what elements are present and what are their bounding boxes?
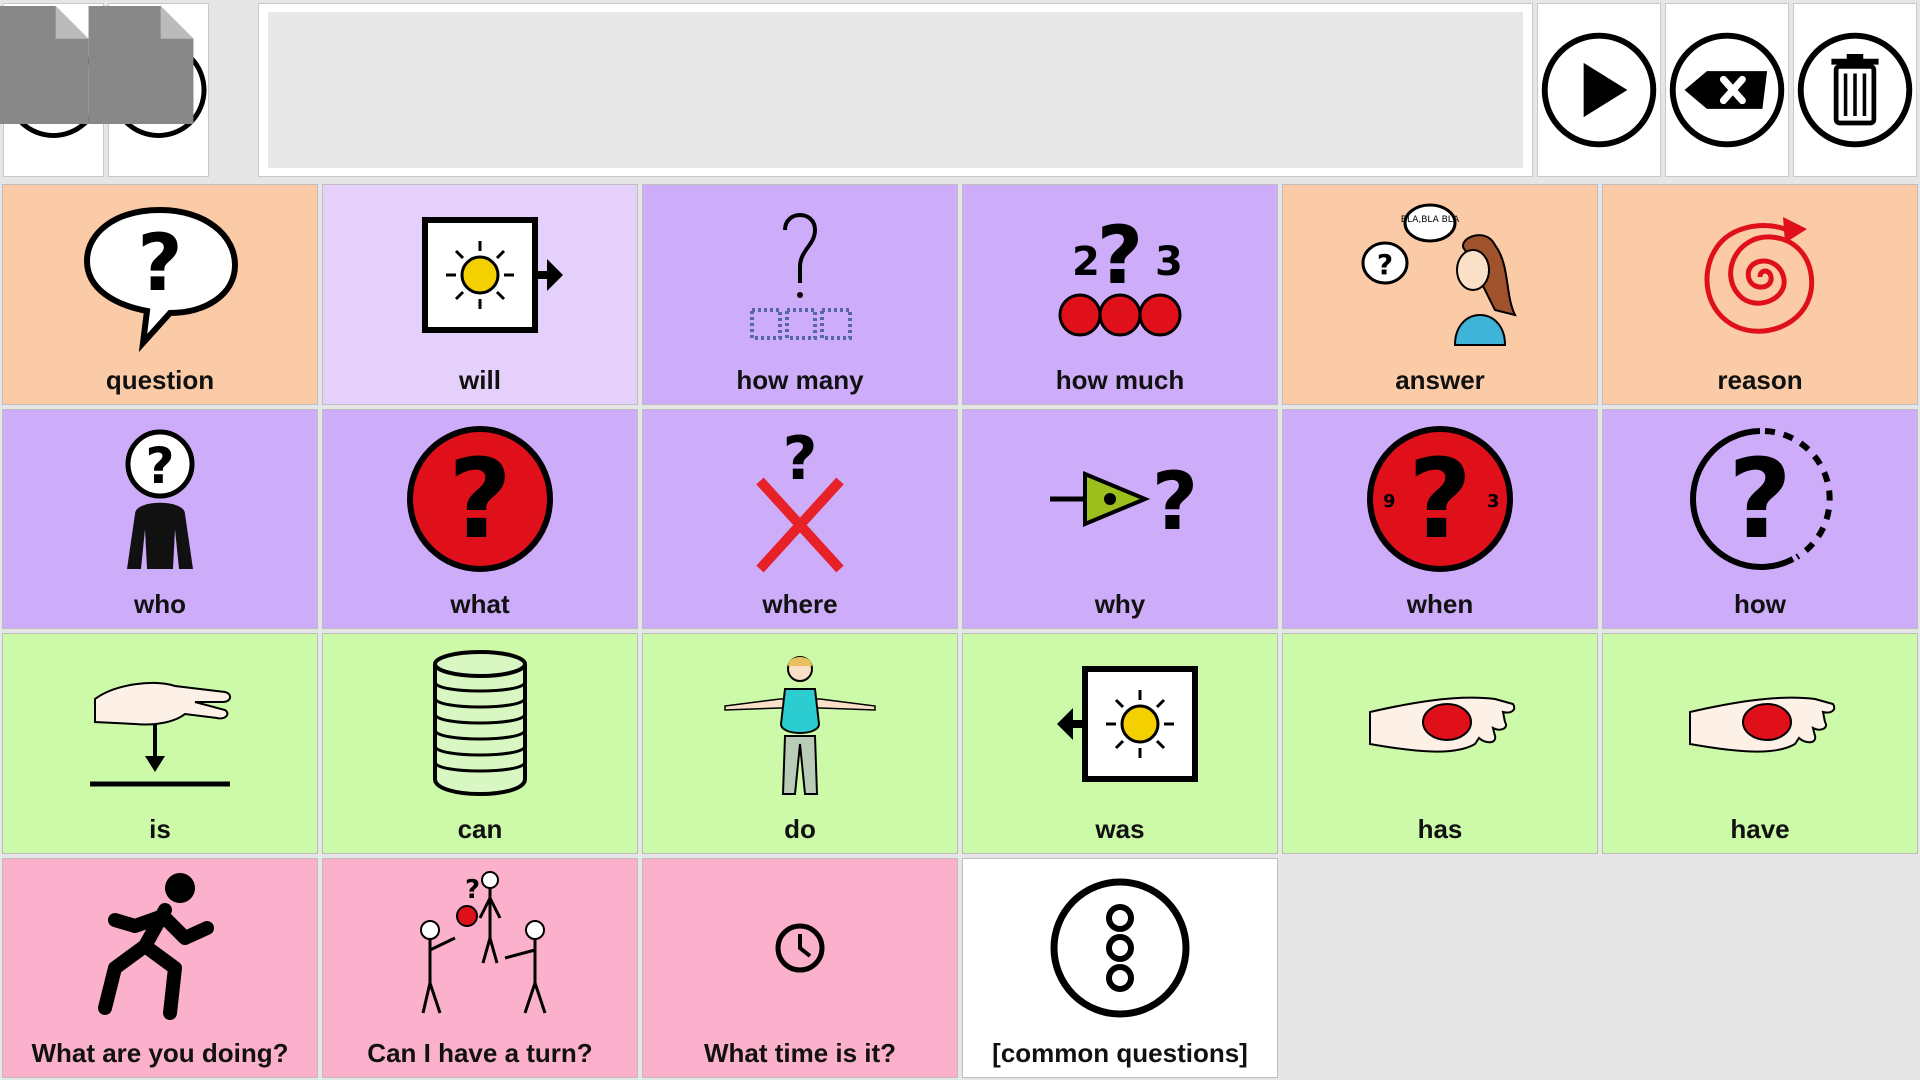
clock-question-icon: ? 9 3 xyxy=(1367,426,1513,573)
cell-reason[interactable]: reason xyxy=(1602,184,1918,405)
svg-text:?: ? xyxy=(1097,209,1143,302)
clock-number-3: 3 xyxy=(1487,491,1500,512)
svg-text:?: ? xyxy=(137,219,182,309)
cell-do[interactable]: do xyxy=(642,633,958,854)
menu-dots-circle-icon xyxy=(1050,878,1190,1018)
clear-button[interactable] xyxy=(1793,3,1917,177)
cell-label: who xyxy=(134,589,186,619)
cell-label: has xyxy=(1417,813,1463,844)
hand-ball-icon xyxy=(1689,696,1836,753)
message-bar[interactable] xyxy=(258,3,1533,177)
cell-what-are-you-doing[interactable]: What are you doing? xyxy=(2,857,318,1078)
svg-text:?: ? xyxy=(145,437,174,495)
cell-where[interactable]: ? where xyxy=(642,408,958,629)
empty-slot xyxy=(1282,857,1598,1078)
cell-label: how much xyxy=(1055,364,1185,395)
page-corner-icon xyxy=(88,6,194,124)
cell-how[interactable]: ? how xyxy=(1602,408,1918,629)
cell-label: where xyxy=(762,589,838,619)
symbol-grid: ? question will how many 2 ? 3 how much … xyxy=(0,182,1920,1080)
svg-text:?: ? xyxy=(783,424,818,494)
cell-will[interactable]: will xyxy=(322,184,638,405)
cell-label: What time is it? xyxy=(703,1038,897,1068)
sun-arrow-right-icon xyxy=(422,216,563,333)
backspace-button[interactable] xyxy=(1665,3,1789,177)
question-squares-icon xyxy=(750,212,852,340)
cell-why[interactable]: ? why xyxy=(962,408,1278,629)
back-button[interactable] xyxy=(88,3,209,177)
cell-label: reason xyxy=(1717,364,1803,395)
cell-can-i-have-a-turn[interactable]: ? Can I have a turn? xyxy=(322,857,638,1078)
svg-text:?: ? xyxy=(465,875,480,905)
cell-label: do xyxy=(784,813,816,844)
cell-label: Can I have a turn? xyxy=(367,1038,593,1068)
page-corner-icon xyxy=(0,6,89,124)
cell-label: [common questions] xyxy=(992,1038,1248,1068)
hand-arrow-down-icon xyxy=(90,681,231,787)
cell-how-much[interactable]: 2 ? 3 how much xyxy=(962,184,1278,405)
message-text xyxy=(268,12,1523,168)
cell-label: will xyxy=(459,364,501,395)
cell-what-time-is-it[interactable]: What time is it? xyxy=(642,857,958,1078)
girl-speaking-icon: ? BLA,BLA BLA xyxy=(1361,203,1517,346)
running-person-icon xyxy=(98,873,214,1021)
number-three: 3 xyxy=(1155,239,1183,285)
empty-slot xyxy=(1602,857,1918,1078)
svg-text:?: ? xyxy=(1728,435,1792,563)
backspace-icon xyxy=(1669,32,1785,148)
cell-label: have xyxy=(1730,813,1790,844)
cell-how-many[interactable]: how many xyxy=(642,184,958,405)
cell-label: what xyxy=(450,589,510,619)
cell-who[interactable]: ? who xyxy=(2,408,318,629)
svg-text:?: ? xyxy=(1408,435,1472,563)
question-cross-icon: ? xyxy=(756,424,844,573)
number-two: 2 xyxy=(1072,239,1100,285)
cell-label: What are you doing? xyxy=(31,1038,289,1068)
clock-number-9: 9 xyxy=(1383,491,1396,512)
cell-label: was xyxy=(1095,813,1145,844)
bla-text: BLA,BLA BLA xyxy=(1401,215,1460,225)
cell-label: how many xyxy=(736,364,864,395)
red-question-icon: ? xyxy=(407,426,553,573)
cell-label: how xyxy=(1734,589,1786,619)
play-icon xyxy=(1541,32,1657,148)
hand-ball-icon xyxy=(1369,696,1516,753)
dashed-circle-question-icon: ? xyxy=(1690,428,1833,571)
svg-text:?: ? xyxy=(448,435,512,563)
cell-label: is xyxy=(149,813,171,844)
cell-common-questions[interactable]: [common questions] xyxy=(962,857,1278,1078)
cell-when[interactable]: ? 9 3 when xyxy=(1282,408,1598,629)
cell-is[interactable]: is xyxy=(2,633,318,854)
question-dots-icon: 2 ? 3 xyxy=(1058,209,1183,337)
person-question-icon: ? xyxy=(125,429,195,570)
cell-has[interactable]: has xyxy=(1282,633,1598,854)
spiral-icon xyxy=(1704,216,1815,334)
cell-have[interactable]: have xyxy=(1602,633,1918,854)
svg-text:?: ? xyxy=(1377,248,1393,281)
cylinder-can-icon xyxy=(433,649,527,796)
cell-question[interactable]: ? question xyxy=(2,184,318,405)
cell-was[interactable]: was xyxy=(962,633,1278,854)
small-clock-icon xyxy=(775,923,825,973)
top-toolbar xyxy=(0,0,1920,180)
cell-answer[interactable]: ? BLA,BLA BLA answer xyxy=(1282,184,1598,405)
cell-label: answer xyxy=(1395,364,1485,395)
cell-what[interactable]: ? what xyxy=(322,408,638,629)
cell-label: why xyxy=(1094,589,1146,619)
person-arms-out-icon xyxy=(724,655,876,795)
cell-label: question xyxy=(105,364,215,395)
sun-arrow-left-icon xyxy=(1057,665,1198,782)
cell-label: when xyxy=(1406,589,1474,619)
svg-text:?: ? xyxy=(1152,455,1198,548)
speak-button[interactable] xyxy=(1537,3,1661,177)
trash-icon xyxy=(1797,32,1913,148)
triangle-question-icon: ? xyxy=(1050,455,1198,548)
people-ball-icon: ? xyxy=(420,871,547,1014)
cell-label: can xyxy=(457,813,503,844)
cell-can[interactable]: can xyxy=(322,633,638,854)
speech-bubble-question-icon: ? xyxy=(83,206,239,352)
